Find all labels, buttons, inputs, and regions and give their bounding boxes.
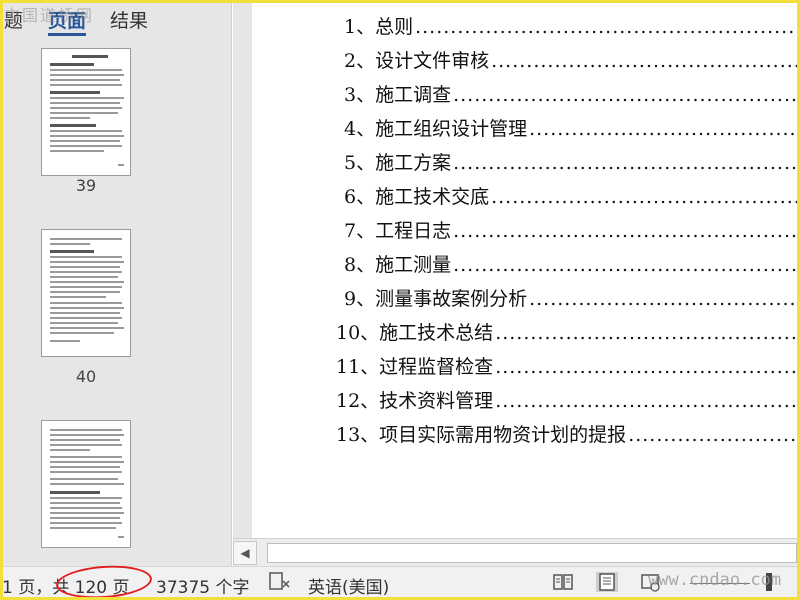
toc-leader-dots: ........................................… [453,220,800,242]
toc-leader-dots: ........................................… [453,152,800,174]
toc-entry[interactable]: 5、施工方案..................................… [344,148,800,178]
page-thumbnail-41[interactable] [41,420,131,548]
toc-entry[interactable]: 10、施工技术总结...............................… [336,318,800,348]
toc-entry[interactable]: 11、过程监督检查...............................… [336,352,800,382]
horizontal-scrollbar[interactable]: ◀ [233,538,800,566]
read-mode-icon[interactable] [552,572,574,592]
page-thumbnail-39[interactable] [41,48,131,176]
toc-entry[interactable]: 13、项目实际需用物资计划的提报........................… [336,420,800,450]
toc-leader-dots: ........................................… [453,254,800,276]
toc-entry[interactable]: 7、工程日志..................................… [344,216,800,246]
toc-leader-dots: ........................................… [495,356,800,378]
toc-leader-dots: ........................................… [529,118,800,140]
scroll-left-arrow-icon[interactable]: ◀ [233,541,257,565]
toc-entry[interactable]: 8、施工测量..................................… [344,250,800,280]
toc-leader-dots: ........................................… [415,16,800,38]
scrollbar-track[interactable] [267,543,797,563]
language-status[interactable]: 英语(美国) [308,573,389,598]
navigation-pane: 中国道桥网 题 页面 结果 39 40 [0,0,232,566]
tab-results[interactable]: 结果 [108,0,150,40]
toc-entry[interactable]: 6、施工技术交底................................… [344,182,800,212]
toc-leader-dots: ........................................… [628,424,800,446]
toc-leader-dots: ........................................… [491,186,800,208]
toc-leader-dots: ........................................… [453,84,800,106]
toc-leader-dots: ........................................… [529,288,800,310]
toc-entry[interactable]: 12、技术资料管理...............................… [336,386,800,416]
proofing-icon[interactable] [268,571,292,598]
nav-scrollbar[interactable] [208,0,230,566]
thumbnail-page-number: 39 [75,176,97,195]
toc-entry[interactable]: 3、施工调查..................................… [344,80,800,110]
toc-entry[interactable]: 1、总则....................................… [344,12,800,42]
toc-leader-dots: ........................................… [495,390,800,412]
toc-entry[interactable]: 9、测量事故案例分析..............................… [344,284,800,314]
watermark-text: 中国道桥网 [4,6,95,25]
toc-leader-dots: ........................................… [495,322,800,344]
toc-entry[interactable]: 2、设计文件审核................................… [344,46,800,76]
word-count-status[interactable]: 37375 个字 [156,573,249,598]
thumbnail-page-number: 40 [75,367,97,386]
site-watermark: www.cndao.com [648,570,782,590]
toc-leader-dots: ........................................… [491,50,800,72]
document-page[interactable]: 1、总则....................................… [252,0,800,538]
toc-entry[interactable]: 4、施工组织设计管理..............................… [344,114,800,144]
print-layout-icon[interactable] [596,572,618,592]
page-thumbnail-40[interactable] [41,229,131,357]
